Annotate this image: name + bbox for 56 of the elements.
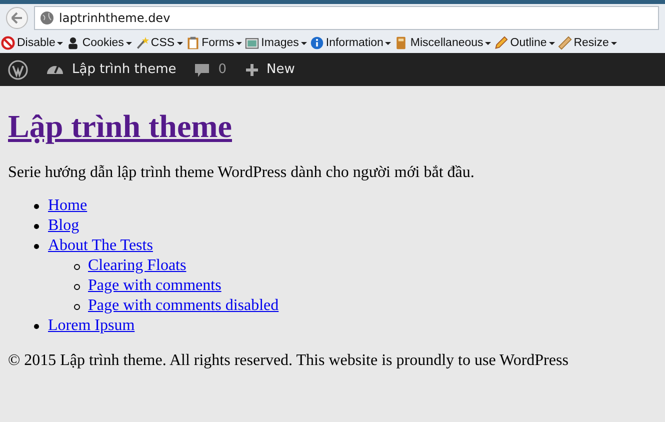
book-icon: [394, 36, 408, 50]
menu-link[interactable]: Blog: [48, 217, 80, 234]
bullet-icon: [34, 204, 39, 209]
back-arrow-icon: [11, 12, 23, 24]
comments-link[interactable]: 0: [194, 62, 227, 78]
new-link[interactable]: New: [244, 62, 295, 77]
menu-link[interactable]: Page with comments: [88, 277, 222, 294]
menu-link[interactable]: Clearing Floats: [88, 257, 186, 274]
clipboard-icon: [186, 36, 200, 50]
bullet-icon: [34, 224, 39, 229]
menu-link[interactable]: Page with comments disabled: [88, 297, 279, 314]
toolbar-menu[interactable]: Cookies: [66, 36, 132, 50]
speech-bubble-icon: [194, 62, 210, 78]
caret-icon: [610, 42, 617, 44]
menu-link[interactable]: Home: [48, 197, 88, 214]
pencil-icon: [494, 36, 508, 50]
image-icon: [245, 36, 260, 50]
toolbar-menu[interactable]: Disable: [1, 36, 64, 50]
address-field[interactable]: laptrinhtheme.dev: [34, 6, 659, 30]
caret-icon: [485, 42, 492, 44]
caret-icon: [300, 42, 307, 44]
toolbar-menu[interactable]: Images: [245, 36, 307, 50]
caret-icon: [548, 42, 555, 44]
globe-icon: [40, 11, 54, 25]
back-button[interactable]: [6, 7, 28, 29]
bullet-icon: [74, 304, 80, 310]
site-link[interactable]: Lập trình theme: [46, 62, 176, 77]
bullet-icon: [74, 264, 80, 270]
ruler-icon: [558, 36, 572, 50]
caret-icon: [385, 42, 392, 44]
toolbar-menu[interactable]: Information: [310, 36, 392, 50]
wand-icon: [134, 36, 149, 50]
caret-icon: [126, 42, 132, 44]
bullet-icon: [34, 324, 39, 329]
toolbar-menu[interactable]: Forms: [186, 36, 242, 50]
toolbar-menu[interactable]: Resize: [558, 36, 617, 50]
toolbar-menu[interactable]: CSS: [134, 36, 183, 50]
caret-icon: [236, 42, 242, 44]
wordpress-logo-icon[interactable]: [8, 60, 28, 80]
site-description: Serie hướng dẫn lập trình theme WordPress dành cho người mới bắt đầu.: [8, 164, 476, 182]
menu-link[interactable]: Lorem Ipsum: [48, 317, 135, 334]
url-text: laptrinhtheme.dev: [59, 11, 170, 25]
menu-link[interactable]: About The Tests: [48, 237, 153, 254]
footer-text: © 2015 Lập trình theme. All rights reserved. This website is proundly to use WordPress: [8, 352, 570, 370]
person-icon: [66, 36, 80, 50]
bullet-icon: [34, 244, 39, 249]
site-title-link[interactable]: Lập trình theme: [8, 108, 232, 144]
plus-icon: [244, 62, 259, 76]
toolbar-menu[interactable]: Outline: [494, 36, 555, 50]
caret-icon: [176, 42, 183, 44]
gauge-icon: [46, 64, 64, 74]
forbid-icon: [1, 36, 15, 50]
caret-icon: [57, 42, 64, 44]
bullet-icon: [74, 284, 80, 290]
info-icon: [310, 36, 324, 50]
toolbar-menu[interactable]: Miscellaneous: [394, 36, 492, 50]
